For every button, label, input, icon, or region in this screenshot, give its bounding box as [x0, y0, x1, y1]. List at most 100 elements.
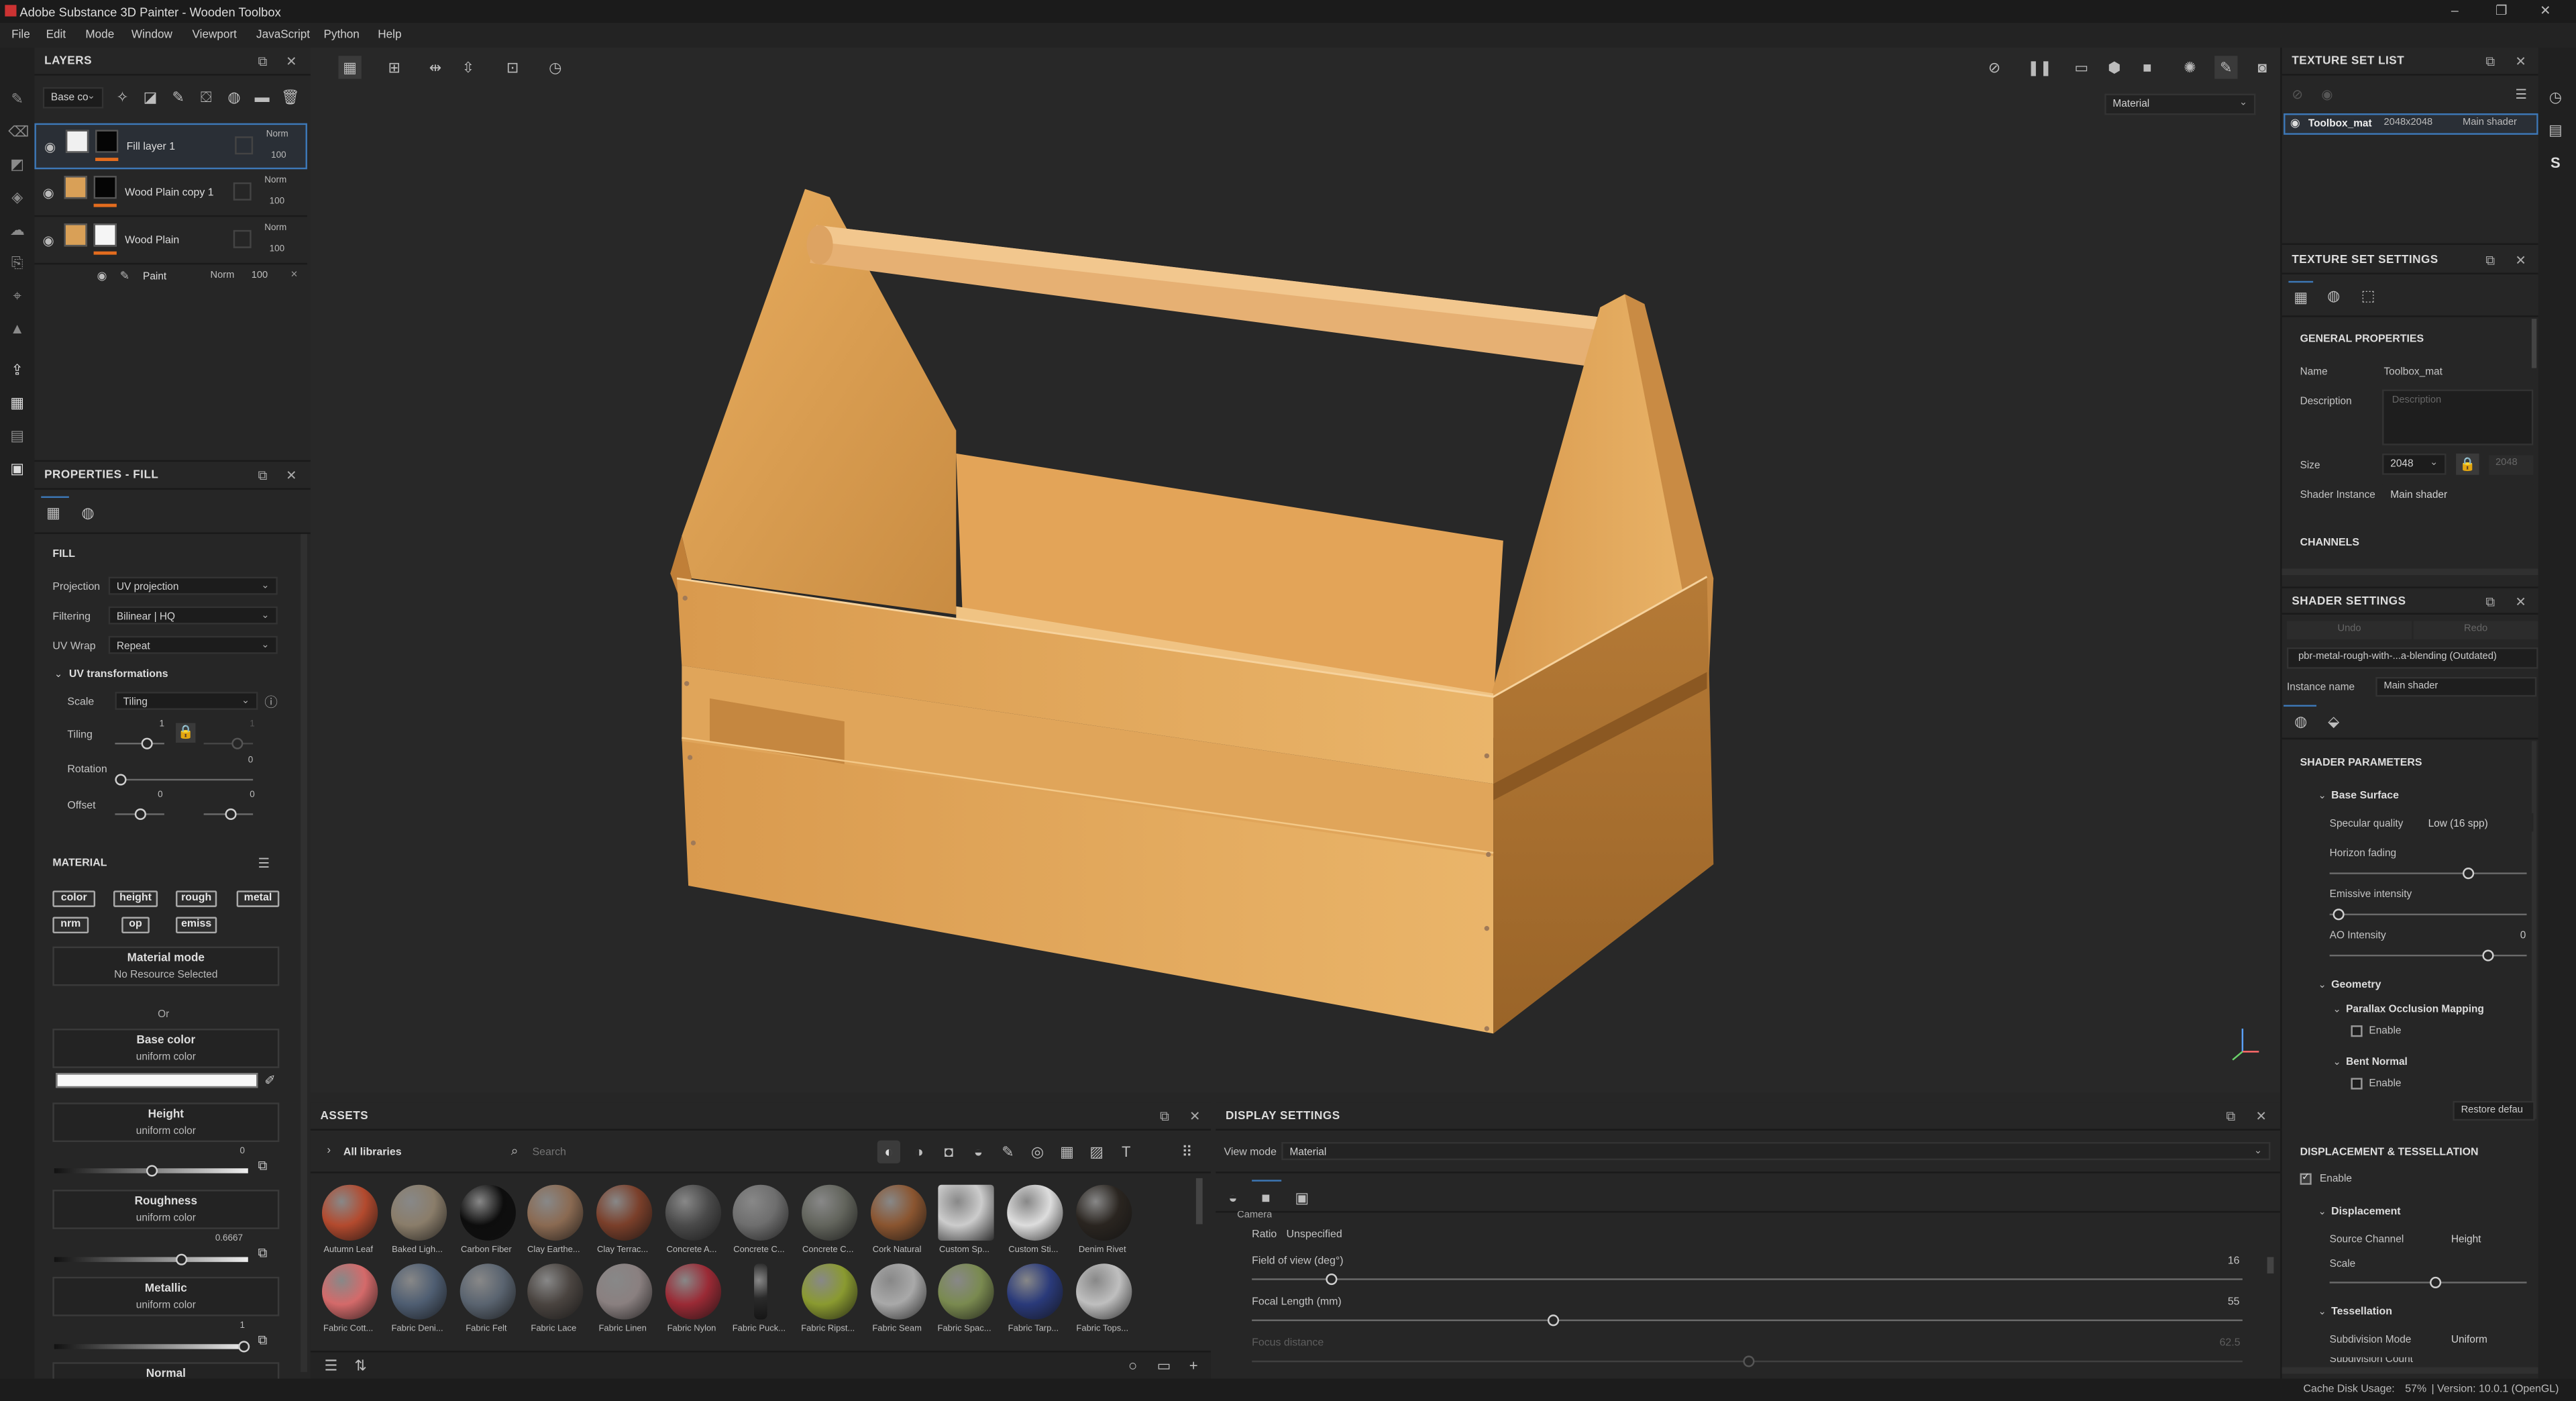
- roughness-slider-knob[interactable]: [176, 1253, 188, 1265]
- shader-hscroll[interactable]: [2282, 1367, 2538, 1374]
- asset-item[interactable]: Concrete C...: [794, 1184, 859, 1267]
- close-panel-icon[interactable]: ✕: [286, 468, 297, 483]
- smart-material-filter-icon[interactable]: ◑: [910, 1143, 928, 1161]
- view-mode-select[interactable]: Material ⌄: [1281, 1142, 2271, 1160]
- clone-icon[interactable]: ⎘: [8, 255, 26, 273]
- roughness-slider-track[interactable]: [54, 1257, 248, 1262]
- layer-chip-slot[interactable]: [233, 182, 252, 201]
- asset-item[interactable]: Concrete C...: [724, 1184, 790, 1267]
- smudge-icon[interactable]: ☁: [8, 222, 26, 240]
- offset-u-slider-knob[interactable]: [134, 808, 146, 821]
- general-tab-icon[interactable]: ▦: [2292, 289, 2310, 307]
- close-panel-icon[interactable]: ✕: [2515, 253, 2526, 268]
- add-paint-layer-icon[interactable]: ✎: [169, 89, 187, 107]
- channel-chip-height[interactable]: height: [113, 890, 158, 907]
- offset-value-u[interactable]: 0: [158, 790, 163, 800]
- asset-item[interactable]: Fabric Spac...: [930, 1263, 996, 1345]
- blend-mode[interactable]: Norm: [264, 223, 286, 234]
- add-mask-icon[interactable]: ◪: [142, 89, 160, 107]
- shader-scrollbar[interactable]: [2531, 741, 2537, 1119]
- focal-length-value[interactable]: 55: [2228, 1296, 2240, 1308]
- rotation-value[interactable]: 0: [248, 756, 254, 766]
- metallic-value[interactable]: 1: [240, 1321, 246, 1331]
- uv-transformations-header[interactable]: UV transformations: [69, 669, 168, 680]
- fov-slider-knob[interactable]: [1326, 1273, 1338, 1286]
- texset-scrollbar[interactable]: [2531, 319, 2537, 368]
- asset-item[interactable]: Fabric Deni...: [383, 1263, 449, 1345]
- fill-properties-tab-icon[interactable]: ▦: [44, 505, 62, 523]
- asset-item[interactable]: Fabric Felt: [451, 1263, 517, 1345]
- focal-slider-track[interactable]: [1252, 1319, 2243, 1321]
- uv-tab-icon[interactable]: ⬚: [2359, 288, 2377, 306]
- asset-item[interactable]: Carbon Fiber: [451, 1184, 517, 1267]
- menu-javascript[interactable]: JavaScript: [256, 29, 310, 40]
- camera-tab-icon[interactable]: ■: [1256, 1190, 1275, 1208]
- shader-name-field[interactable]: pbr-metal-rough-with-...a-blending (Outd…: [2286, 647, 2538, 669]
- procedural-filter-icon[interactable]: ◎: [1028, 1143, 1046, 1161]
- disp-scale-slider-knob[interactable]: [2430, 1276, 2442, 1289]
- height-value[interactable]: 0: [240, 1147, 246, 1157]
- texture-filter-icon[interactable]: ◘: [940, 1143, 958, 1161]
- solo-icon[interactable]: ◉: [2321, 87, 2332, 102]
- picker-icon[interactable]: ⌖: [8, 288, 26, 306]
- document-icon[interactable]: ▣: [8, 460, 26, 478]
- layer-chip-slot[interactable]: [233, 229, 252, 248]
- maximize-icon[interactable]: ❐: [2496, 3, 2508, 18]
- focal-slider-knob[interactable]: [1547, 1314, 1560, 1327]
- parallax-occlusion-header[interactable]: Parallax Occlusion Mapping: [2346, 1004, 2484, 1015]
- fov-slider-track[interactable]: [1252, 1278, 2243, 1280]
- layer-opacity[interactable]: 100: [271, 151, 286, 161]
- list-menu-icon[interactable]: ☰: [2515, 87, 2527, 102]
- visibility-eye-icon[interactable]: ◉: [44, 140, 56, 154]
- close-panel-icon[interactable]: ✕: [286, 54, 297, 69]
- add-effect-icon[interactable]: ✧: [113, 89, 131, 107]
- assets-scrollbar[interactable]: [1195, 1178, 1203, 1225]
- height-box[interactable]: Height uniform color: [52, 1102, 280, 1143]
- texture-set-row[interactable]: ◉ Toolbox_mat 2048x2048 Main shader: [2284, 113, 2538, 135]
- layer-row[interactable]: ◉ Wood Plain copy 1 Norm 100: [34, 171, 307, 217]
- metallic-slider-track[interactable]: [54, 1344, 248, 1349]
- menu-help[interactable]: Help: [378, 29, 401, 40]
- asset-item[interactable]: Custom Sti...: [999, 1184, 1065, 1267]
- export-icon[interactable]: ⇪: [8, 362, 26, 380]
- pom-enable-checkbox[interactable]: [2351, 1025, 2363, 1037]
- bent-normal-enable-checkbox[interactable]: [2351, 1078, 2363, 1090]
- asset-item[interactable]: Denim Rivet: [1068, 1184, 1134, 1267]
- asset-item[interactable]: Fabric Puck...: [724, 1263, 790, 1345]
- scale-select[interactable]: Tiling ⌄: [115, 692, 258, 710]
- asset-item[interactable]: Cork Natural: [863, 1184, 928, 1267]
- asset-item[interactable]: Fabric Tops...: [1068, 1263, 1134, 1345]
- uvwrap-select[interactable]: Repeat ⌄: [108, 635, 278, 654]
- height-map-icon[interactable]: ⧉: [258, 1159, 267, 1175]
- source-channel-select[interactable]: Height: [2443, 1229, 2534, 1247]
- filter-list-icon[interactable]: ☰: [322, 1357, 340, 1376]
- environment-tab-icon[interactable]: ◒: [1224, 1190, 1242, 1208]
- collapse-chevron-icon[interactable]: ⌄: [2318, 1206, 2326, 1218]
- bake-icon[interactable]: ▦: [8, 395, 26, 413]
- color-picker-icon[interactable]: ✐: [264, 1073, 275, 1088]
- asset-item[interactable]: Fabric Seam: [863, 1263, 928, 1345]
- offset-value-v[interactable]: 0: [250, 790, 255, 800]
- sort-icon[interactable]: ⇅: [352, 1357, 370, 1376]
- channel-select[interactable]: Base co ⌄: [42, 87, 104, 109]
- tessellation-enable-checkbox[interactable]: ✓: [2300, 1173, 2312, 1185]
- delete-layer-icon[interactable]: 🗑: [281, 89, 300, 107]
- sub-layer-row[interactable]: ◉ ✎ Paint Norm 100 ×: [34, 266, 307, 289]
- add-smart-material-icon[interactable]: ◍: [225, 89, 244, 107]
- blend-mode[interactable]: Norm: [264, 176, 286, 186]
- layer-opacity[interactable]: 100: [270, 245, 285, 255]
- float-panel-icon[interactable]: ⧉: [2485, 54, 2495, 70]
- shader-instance-select[interactable]: Main shader: [2382, 484, 2534, 503]
- asset-item[interactable]: Fabric Cott...: [314, 1263, 380, 1345]
- description-field[interactable]: Description: [2382, 389, 2534, 446]
- tiling-slider-knob[interactable]: [141, 737, 153, 749]
- name-value[interactable]: Toolbox_mat: [2383, 366, 2442, 378]
- float-panel-icon[interactable]: ⧉: [1160, 1109, 1169, 1125]
- blend-mode[interactable]: Norm: [266, 129, 288, 140]
- collapse-chevron-icon[interactable]: ⌄: [2333, 1057, 2341, 1068]
- menu-python[interactable]: Python: [323, 29, 359, 40]
- size-lock-icon[interactable]: 🔒: [2456, 453, 2479, 475]
- new-folder-icon[interactable]: ▭: [1155, 1357, 1173, 1376]
- shader-tab-2-icon[interactable]: ⬙: [2324, 713, 2343, 731]
- emissive-slider-track[interactable]: [2329, 913, 2527, 916]
